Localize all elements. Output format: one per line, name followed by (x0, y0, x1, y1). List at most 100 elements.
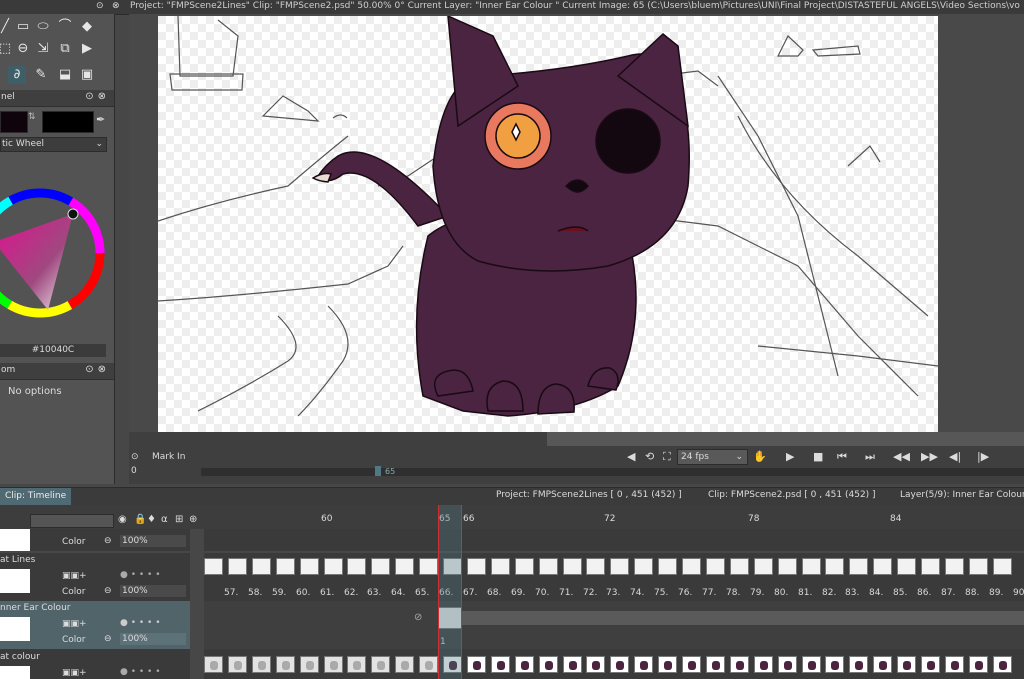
frame-cel[interactable] (730, 656, 749, 673)
frame-cel[interactable] (347, 656, 366, 673)
drawing-canvas[interactable] (158, 16, 938, 433)
frame-strip-colour[interactable] (204, 656, 1024, 676)
frame-cel[interactable] (228, 656, 247, 673)
frame-cel[interactable] (563, 558, 582, 575)
step-forward-icon[interactable]: ▶▶ (921, 450, 938, 463)
saturation-triangle[interactable] (0, 214, 73, 310)
background-swatch[interactable] (42, 111, 94, 133)
frame-cel[interactable] (324, 558, 343, 575)
frame-cel[interactable] (467, 656, 486, 673)
frame-cel[interactable] (682, 558, 701, 575)
cel-link-icon[interactable]: ⊘ (414, 612, 422, 623)
color-wheel[interactable] (0, 174, 114, 334)
brush-tool-icon[interactable]: ✎ (32, 66, 50, 84)
layer-row-selected[interactable]: nner Ear Colour ▣▣+ ● • • • • Color ⊖ 10… (0, 601, 190, 649)
fps-select[interactable]: 24 fps ⌄ (677, 449, 748, 465)
scrubber-marker[interactable] (375, 466, 381, 476)
track-lines[interactable]: 57. 58. 59. 60. 61. 62. 63. 64. 65. 66. 67. 68. 69. 7… (204, 553, 1024, 601)
timeline-ruler[interactable]: 60 65 66 72 78 84 (204, 505, 1024, 529)
frame-cel[interactable] (706, 656, 725, 673)
last-frame-icon[interactable]: ⏭ (865, 450, 875, 464)
scroll-track[interactable] (547, 432, 1024, 446)
frame-cel[interactable] (515, 656, 534, 673)
frame-strip-lines[interactable] (204, 558, 1024, 576)
stop-icon[interactable]: ■ (813, 450, 823, 463)
eyedropper-icon[interactable]: ✒ (96, 113, 105, 126)
lasso-tool-icon[interactable]: ⌒ (56, 18, 74, 36)
panel-controls-icon[interactable]: ⊙⊗ (85, 364, 110, 375)
frame-cel[interactable] (419, 656, 438, 673)
frame-cel[interactable] (873, 656, 892, 673)
frame-field[interactable]: 0 (131, 466, 137, 476)
fill-tool-icon[interactable]: ⬓ (56, 66, 74, 84)
track-empty[interactable] (204, 529, 1024, 551)
layer-row[interactable]: at colour ▣▣+ ● • • • • (0, 649, 190, 679)
next-key-icon[interactable]: |▶ (977, 450, 989, 463)
track-inner-ear[interactable]: ⊘ 1 (204, 601, 1024, 649)
frame-cel[interactable] (682, 656, 701, 673)
panel-close-icon[interactable]: ⊗ (112, 1, 120, 11)
frame-cel[interactable] (778, 656, 797, 673)
frame-cel[interactable] (897, 558, 916, 575)
frame-cel[interactable] (300, 558, 319, 575)
frame-cel[interactable] (945, 558, 964, 575)
layer-tool-icon[interactable]: ⧉ (56, 40, 74, 58)
onion-dots-icon[interactable]: ● • • • • (120, 570, 161, 580)
onion-dots-icon[interactable]: ● • • • • (120, 667, 161, 677)
opacity-field[interactable]: 100% (120, 633, 186, 645)
visibility-icon[interactable]: ◉ (118, 514, 127, 525)
frame-cel[interactable] (395, 558, 414, 575)
step-back-icon[interactable]: ◀◀ (893, 450, 910, 463)
cel-bar[interactable] (462, 611, 1024, 625)
layer-filter-field[interactable] (30, 514, 114, 528)
frame-cel[interactable] (324, 656, 343, 673)
first-frame-icon[interactable]: ⏮ (837, 450, 847, 464)
transform-tool-icon[interactable]: ⇲ (34, 40, 52, 58)
frame-cel[interactable] (563, 656, 582, 673)
frame-cel[interactable] (802, 656, 821, 673)
layer-flags-icon[interactable]: ▣▣+ (62, 619, 87, 629)
mark-in-icon[interactable]: ⊙ (131, 452, 139, 462)
frame-cel[interactable] (969, 558, 988, 575)
opacity-field[interactable]: 100% (120, 535, 186, 547)
frame-cel[interactable] (706, 558, 725, 575)
onion-icon[interactable]: ⊞ (175, 514, 183, 525)
frame-scrubber[interactable] (201, 468, 1024, 476)
frame-cel[interactable] (825, 656, 844, 673)
frame-cel[interactable] (467, 558, 486, 575)
select-tool-icon[interactable]: ⬚ (0, 40, 14, 58)
fullscreen-icon[interactable]: ⛶ (663, 450, 671, 464)
stamp-tool-icon[interactable]: ▣ (78, 66, 96, 84)
frame-cel[interactable] (539, 558, 558, 575)
frame-cel[interactable] (252, 656, 271, 673)
frame-cel[interactable] (204, 656, 223, 673)
frame-cel[interactable] (754, 558, 773, 575)
frame-cel[interactable] (897, 656, 916, 673)
frame-cel[interactable] (802, 558, 821, 575)
frame-cel[interactable] (921, 558, 940, 575)
frame-cel[interactable] (419, 558, 438, 575)
frame-cel[interactable] (778, 558, 797, 575)
frame-cel[interactable] (634, 656, 653, 673)
frame-cel[interactable] (347, 558, 366, 575)
lock-icon[interactable]: 🔒 (134, 514, 146, 525)
prev-key-icon[interactable]: ◀| (949, 450, 961, 463)
opacity-field[interactable]: 100% (120, 585, 186, 597)
frame-cel[interactable] (921, 656, 940, 673)
layer-row[interactable]: Color ⊖ 100% (0, 529, 190, 551)
frame-cel[interactable] (969, 656, 988, 673)
hand-icon[interactable]: ✋ (753, 450, 767, 463)
loop-icon[interactable]: ⟲ (645, 450, 654, 463)
foreground-swatch[interactable] (0, 111, 28, 133)
layer-flags-icon[interactable]: ▣▣+ (62, 571, 87, 581)
onion-dots-icon[interactable]: ● • • • • (120, 618, 161, 628)
zoom-tool-icon[interactable]: ⊖ (14, 40, 32, 58)
panel-chevron-icon[interactable]: ⊙ (96, 1, 104, 11)
frame-cel[interactable] (586, 656, 605, 673)
frame-cel[interactable] (945, 656, 964, 673)
eraser-tool-icon[interactable]: ◆ (78, 18, 96, 36)
frame-cel[interactable] (849, 656, 868, 673)
frame-cel[interactable] (873, 558, 892, 575)
track-cat-colour[interactable] (204, 649, 1024, 679)
tab-timeline[interactable]: Clip: Timeline (0, 488, 72, 505)
